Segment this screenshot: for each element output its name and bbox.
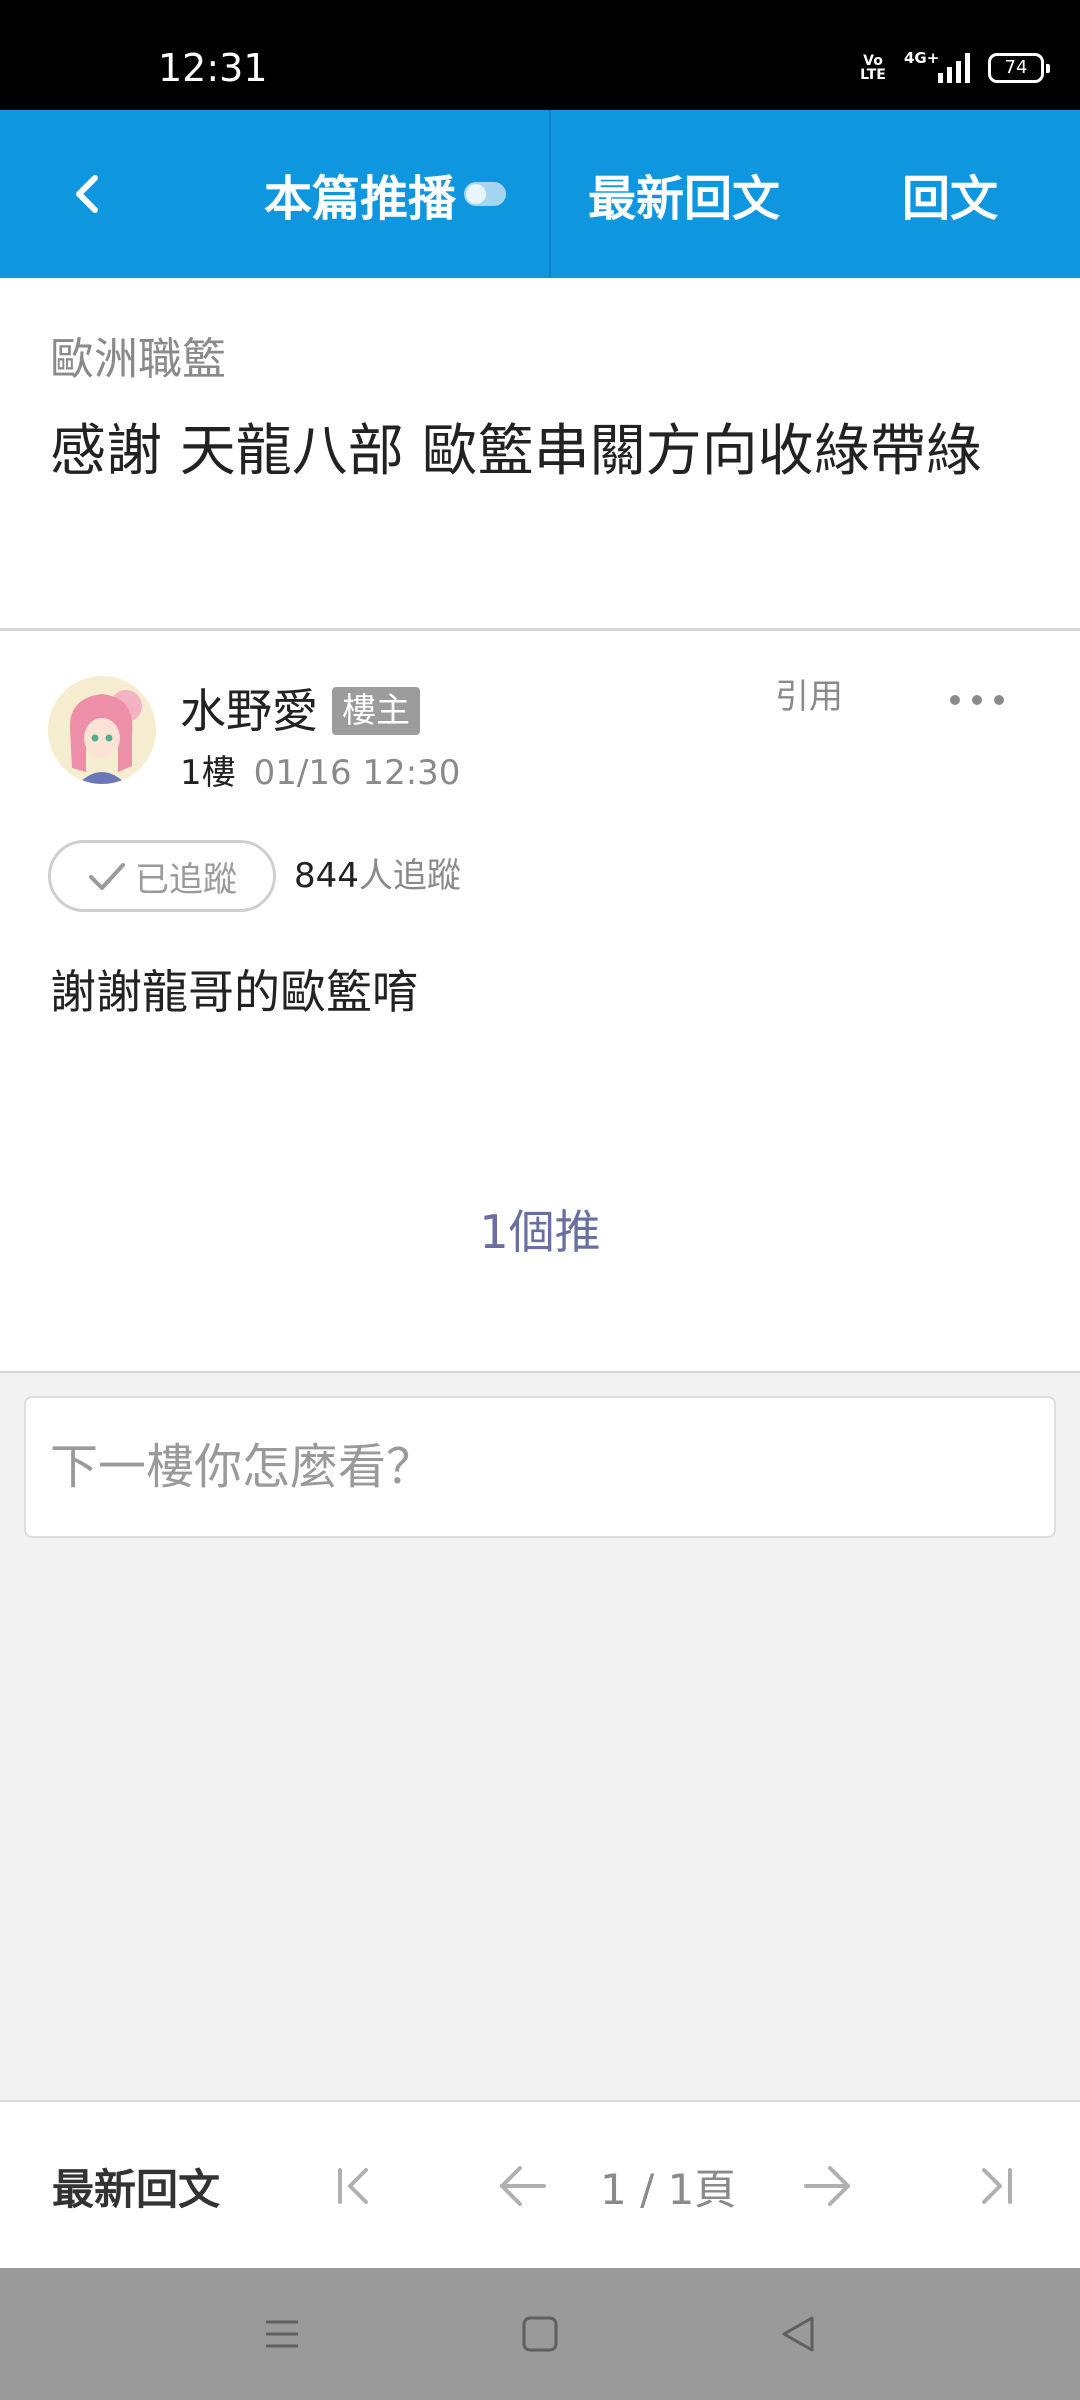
avatar[interactable] bbox=[48, 676, 156, 784]
status-bar: 12:31 Vo LTE 4G+ 74 bbox=[0, 0, 1080, 110]
toggle-switch-icon bbox=[464, 182, 507, 206]
next-page-icon[interactable] bbox=[796, 2154, 860, 2218]
follower-count: 844人追蹤 bbox=[294, 854, 461, 898]
battery-icon: 74 bbox=[988, 53, 1050, 83]
push-label: 本篇推播 bbox=[264, 171, 457, 227]
board-name[interactable]: 歐洲職籃 bbox=[50, 334, 226, 386]
author-name[interactable]: 水野愛 bbox=[180, 684, 318, 738]
post-time: 01/16 12:30 bbox=[253, 753, 461, 793]
follower-number: 844 bbox=[294, 856, 359, 896]
push-notification-toggle[interactable]: 本篇推播 bbox=[264, 110, 507, 278]
avatar-image bbox=[48, 676, 156, 784]
volte-icon: Vo LTE bbox=[860, 53, 886, 83]
nav-divider bbox=[549, 110, 551, 278]
status-time: 12:31 bbox=[158, 46, 268, 90]
checkmark-icon bbox=[89, 863, 125, 890]
network-type: 4G+ bbox=[904, 49, 940, 67]
follow-button[interactable]: 已追蹤 bbox=[48, 840, 276, 912]
back-button[interactable] bbox=[48, 156, 124, 232]
previous-page-icon[interactable] bbox=[490, 2154, 554, 2218]
status-icons: Vo LTE 4G+ 74 bbox=[860, 48, 1050, 88]
follow-label: 已追蹤 bbox=[135, 859, 237, 900]
latest-reply-button[interactable]: 最新回文 bbox=[588, 110, 780, 278]
home-icon[interactable] bbox=[512, 2306, 568, 2362]
page-indicator[interactable]: 1 / 1頁 bbox=[600, 2102, 736, 2270]
reply-button[interactable]: 回文 bbox=[902, 110, 998, 278]
first-page-icon[interactable] bbox=[322, 2154, 386, 2218]
floor-number: 1樓 bbox=[180, 753, 236, 793]
menu-icon[interactable] bbox=[254, 2306, 310, 2362]
divider bbox=[0, 1371, 1080, 1373]
signal-icon: 4G+ bbox=[904, 49, 970, 83]
last-page-icon[interactable] bbox=[964, 2154, 1028, 2218]
pager-bar: 最新回文 1 / 1頁 bbox=[0, 2100, 1080, 2268]
chevron-left-icon bbox=[76, 175, 98, 213]
op-badge: 樓主 bbox=[332, 687, 420, 735]
reply-input[interactable] bbox=[24, 1396, 1056, 1538]
top-nav: 本篇推播 最新回文 回文 bbox=[0, 110, 1080, 278]
author-row: 水野愛 樓主 bbox=[180, 684, 420, 738]
quote-button[interactable]: 引用 bbox=[775, 672, 843, 722]
push-count[interactable]: 1個推 bbox=[0, 1204, 1080, 1260]
follower-suffix: 人追蹤 bbox=[358, 856, 461, 896]
back-triangle-icon[interactable] bbox=[770, 2306, 826, 2362]
post-body: 謝謝龍哥的歐籃唷 bbox=[50, 965, 418, 1019]
divider bbox=[0, 628, 1080, 631]
more-options-icon[interactable] bbox=[950, 678, 1004, 722]
post-meta: 1樓 01/16 12:30 bbox=[180, 752, 460, 794]
pager-latest-reply-button[interactable]: 最新回文 bbox=[52, 2102, 220, 2270]
post-title: 感謝 天龍八部 歐籃串關方向收綠帶綠 bbox=[50, 419, 982, 484]
system-nav-bar bbox=[0, 2268, 1080, 2400]
article: 歐洲職籃 感謝 天龍八部 歐籃串關方向收綠帶綠 水野愛 樓主 1樓 01/16 1… bbox=[0, 278, 1080, 1373]
